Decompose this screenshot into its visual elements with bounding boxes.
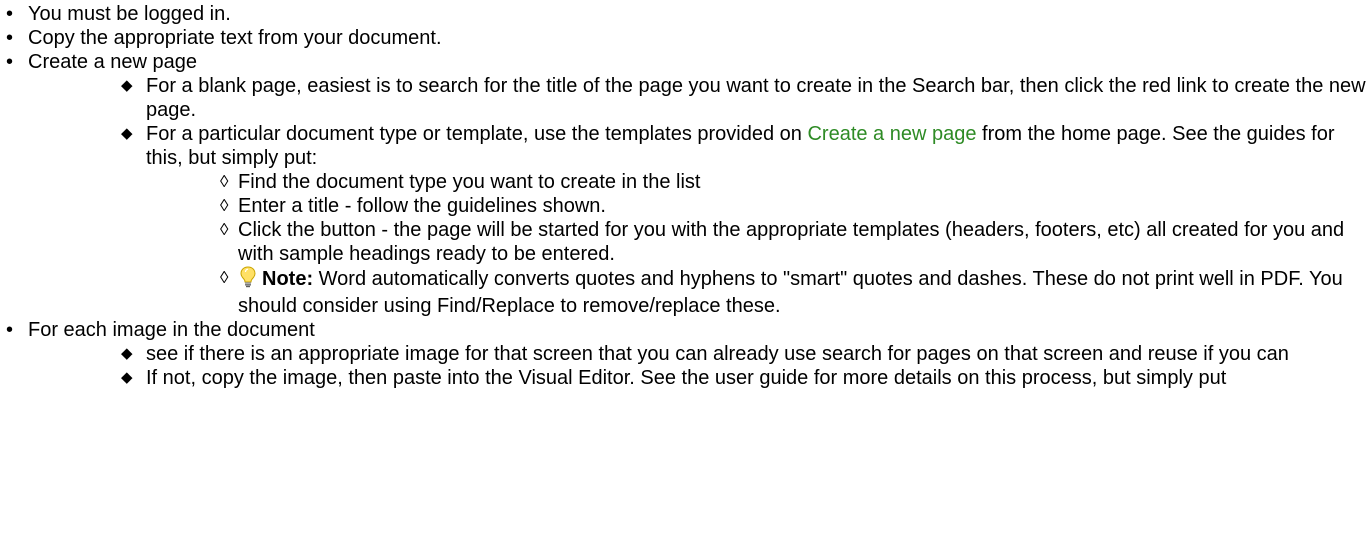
sub-list: ◆ see if there is an appropriate image f…	[121, 342, 1372, 390]
list-item: • Create a new page ◆ For a blank page, …	[6, 50, 1372, 318]
list-item-text: Create a new page	[28, 51, 198, 73]
diamond-bullet-icon: ◆	[121, 369, 133, 386]
lozenge-bullet-icon: ◊	[220, 172, 229, 191]
sub-list-item-text-before: For a particular document type or templa…	[146, 123, 808, 145]
note-label: Note:	[262, 268, 314, 290]
sub-list-item: ◆ For a particular document type or temp…	[121, 122, 1372, 318]
bullet-icon: •	[6, 319, 14, 341]
list-item: • Copy the appropriate text from your do…	[6, 26, 1372, 50]
create-new-page-link[interactable]: Create a new page	[807, 123, 976, 145]
step-text: Enter a title - follow the guidelines sh…	[238, 195, 606, 217]
lozenge-bullet-icon: ◊	[220, 196, 229, 215]
step-item: ◊ Find the document type you want to cre…	[219, 170, 1372, 194]
sub-list-item-text: If not, copy the image, then paste into …	[146, 367, 1227, 389]
sub-list-item-text: For a blank page, easiest is to search f…	[146, 75, 1366, 121]
step-item: ◊ Enter a title - follow the guidelines …	[219, 194, 1372, 218]
note-text: Word automatically converts quotes and h…	[238, 268, 1343, 317]
lozenge-bullet-icon: ◊	[220, 220, 229, 239]
note-item: ◊ Note: Word automatically converts quot…	[219, 266, 1372, 318]
sub-list-item: ◆ For a blank page, easiest is to search…	[121, 74, 1372, 122]
lightbulb-icon	[240, 266, 256, 294]
list-item-text: You must be logged in.	[28, 3, 231, 25]
steps-list: ◊ Find the document type you want to cre…	[219, 170, 1372, 318]
main-list: • You must be logged in. • Copy the appr…	[6, 2, 1372, 390]
step-text: Find the document type you want to creat…	[238, 171, 701, 193]
sub-list-item: ◆ If not, copy the image, then paste int…	[121, 366, 1372, 390]
list-item: • For each image in the document ◆ see i…	[6, 318, 1372, 390]
document-body: • You must be logged in. • Copy the appr…	[0, 0, 1372, 390]
step-item: ◊ Click the button - the page will be st…	[219, 218, 1372, 266]
sub-list: ◆ For a blank page, easiest is to search…	[121, 74, 1372, 318]
sub-list-item: ◆ see if there is an appropriate image f…	[121, 342, 1372, 366]
list-item-text: For each image in the document	[28, 319, 315, 341]
diamond-bullet-icon: ◆	[121, 77, 133, 94]
sub-list-item-text: see if there is an appropriate image for…	[146, 343, 1289, 365]
lozenge-bullet-icon: ◊	[220, 268, 229, 287]
list-item-text: Copy the appropriate text from your docu…	[28, 27, 442, 49]
diamond-bullet-icon: ◆	[121, 125, 133, 142]
step-text: Click the button - the page will be star…	[238, 219, 1345, 265]
bullet-icon: •	[6, 3, 14, 25]
list-item: • You must be logged in.	[6, 2, 1372, 26]
bullet-icon: •	[6, 51, 14, 73]
diamond-bullet-icon: ◆	[121, 345, 133, 362]
bullet-icon: •	[6, 27, 14, 49]
